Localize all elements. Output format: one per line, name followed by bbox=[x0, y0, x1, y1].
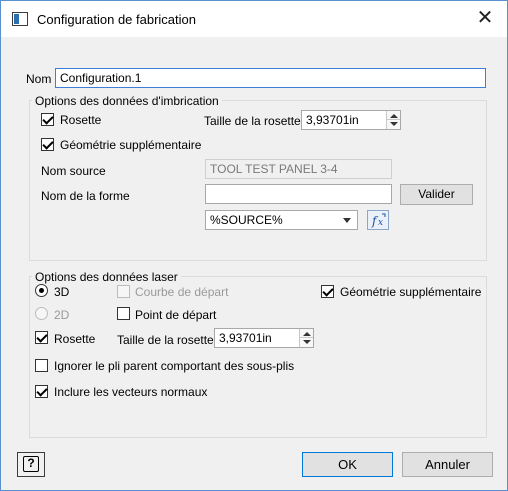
mode-2d-radio bbox=[35, 307, 48, 320]
laser-rosette-size-input[interactable]: 3,93701in bbox=[214, 328, 314, 348]
shape-name-label: Nom de la forme bbox=[41, 189, 130, 203]
window-title: Configuration de fabrication bbox=[37, 12, 196, 27]
app-icon bbox=[12, 12, 28, 26]
ok-button[interactable]: OK bbox=[302, 452, 393, 477]
laser-options-group bbox=[29, 276, 487, 438]
close-icon: ✕ bbox=[476, 7, 494, 29]
name-input[interactable]: Configuration.1 bbox=[55, 68, 486, 88]
nesting-extra-geometry-checkbox[interactable] bbox=[41, 138, 54, 151]
title-bar: Configuration de fabrication ✕ bbox=[1, 1, 507, 37]
nesting-rosette-label: Rosette bbox=[60, 113, 102, 127]
shape-name-input[interactable] bbox=[205, 184, 392, 204]
start-point-label: Point de départ bbox=[135, 308, 217, 322]
formula-icon: f x bbox=[371, 213, 386, 228]
spin-up-icon[interactable] bbox=[390, 114, 398, 118]
mode-3d-radio[interactable] bbox=[35, 284, 48, 297]
nesting-extra-geometry-label: Géométrie supplémentaire bbox=[60, 138, 202, 152]
laser-group-title: Options des données laser bbox=[32, 270, 181, 284]
close-button[interactable]: ✕ bbox=[473, 7, 497, 31]
name-label: Nom bbox=[26, 72, 52, 86]
laser-rosette-size-spinner[interactable] bbox=[299, 329, 313, 347]
nesting-rosette-size-spinner[interactable] bbox=[386, 111, 400, 129]
laser-rosette-checkbox[interactable] bbox=[35, 331, 48, 344]
laser-extra-geometry-checkbox[interactable] bbox=[321, 285, 334, 298]
svg-text:x: x bbox=[378, 218, 383, 228]
cancel-button[interactable]: Annuler bbox=[402, 452, 493, 477]
source-name-field: TOOL TEST PANEL 3-4 bbox=[205, 159, 392, 179]
start-curve-checkbox bbox=[117, 285, 130, 298]
validate-button[interactable]: Valider bbox=[400, 184, 473, 205]
spin-down-icon[interactable] bbox=[303, 340, 311, 344]
source-select-value: %SOURCE% bbox=[210, 213, 283, 227]
mode-2d-label: 2D bbox=[54, 308, 70, 322]
ignore-parent-ply-checkbox[interactable] bbox=[35, 359, 48, 372]
source-name-label: Nom source bbox=[41, 164, 106, 178]
nesting-group-title: Options des données d'imbrication bbox=[32, 94, 222, 108]
spin-down-icon[interactable] bbox=[390, 122, 398, 126]
laser-rosette-size-label: Taille de la rosette bbox=[117, 333, 214, 347]
dialog-window: Configuration de fabrication ✕ Nom Confi… bbox=[0, 0, 508, 491]
ignore-parent-ply-label: Ignorer le pli parent comportant des sou… bbox=[54, 359, 295, 373]
mode-3d-label: 3D bbox=[54, 285, 70, 299]
include-normals-checkbox[interactable] bbox=[35, 385, 48, 398]
help-icon: ? bbox=[23, 456, 39, 472]
spin-up-icon[interactable] bbox=[303, 332, 311, 336]
nesting-rosette-checkbox[interactable] bbox=[41, 113, 54, 126]
nesting-rosette-size-input[interactable]: 3,93701in bbox=[301, 110, 401, 130]
help-button[interactable]: ? bbox=[17, 452, 45, 477]
laser-rosette-label: Rosette bbox=[54, 332, 96, 346]
start-curve-label: Courbe de départ bbox=[135, 285, 229, 299]
nesting-rosette-size-value: 3,93701in bbox=[306, 113, 359, 127]
nesting-rosette-size-label: Taille de la rosette bbox=[204, 114, 301, 128]
start-point-checkbox[interactable] bbox=[117, 307, 130, 320]
chevron-down-icon bbox=[343, 218, 351, 223]
laser-rosette-size-value: 3,93701in bbox=[219, 331, 272, 345]
formula-button[interactable]: f x bbox=[367, 210, 389, 230]
laser-extra-geometry-label: Géométrie supplémentaire bbox=[340, 285, 482, 299]
include-normals-label: Inclure les vecteurs normaux bbox=[54, 385, 208, 399]
source-select[interactable]: %SOURCE% bbox=[205, 210, 358, 230]
